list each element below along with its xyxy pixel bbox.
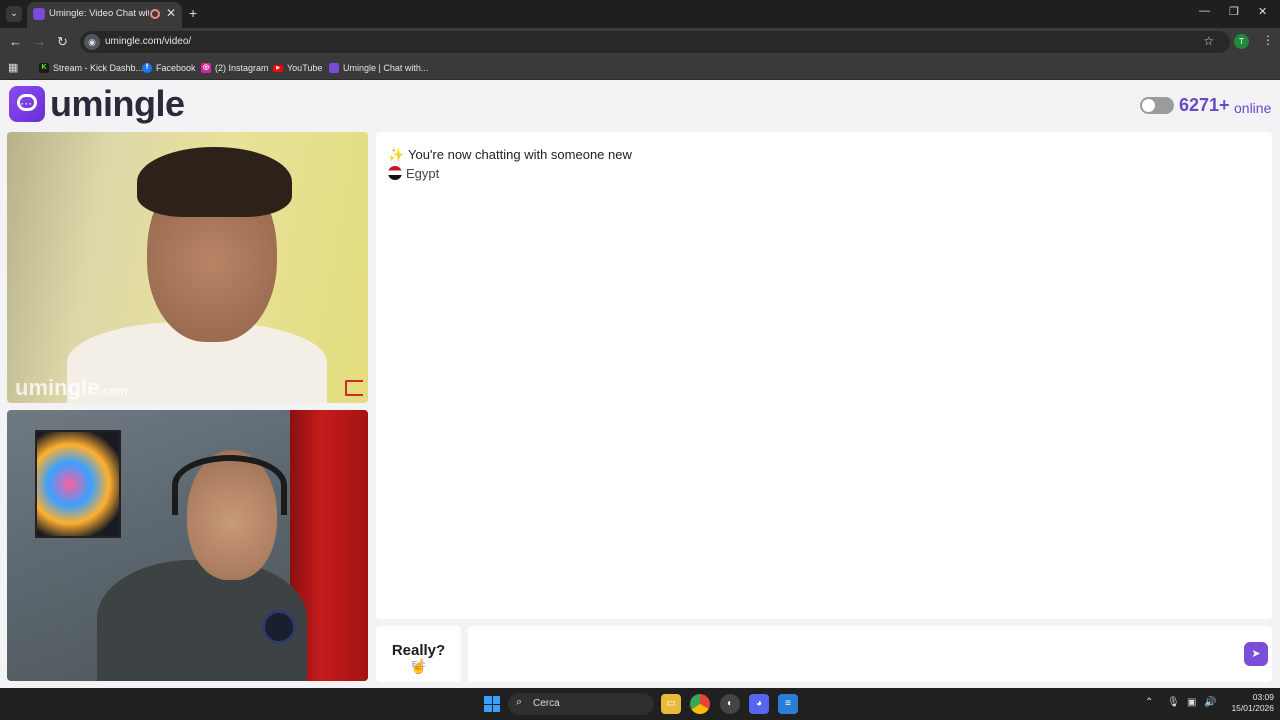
windows-start-icon[interactable]: [484, 696, 500, 712]
egypt-flag-icon: [388, 166, 402, 180]
self-video: [7, 410, 368, 681]
stranger-hair: [137, 147, 292, 217]
system-clock[interactable]: 03:09 15/01/2026: [1224, 692, 1274, 714]
clock-time: 03:09: [1252, 692, 1274, 702]
browser-tab[interactable]: Umingle: Video Chat with S ✕: [27, 2, 182, 28]
address-bar[interactable]: ◉ umingle.com/video/ ☆: [80, 31, 1230, 53]
stranger-country: Egypt: [406, 166, 440, 181]
umingle-logo-text[interactable]: umingle: [50, 83, 185, 125]
chrome-icon[interactable]: [690, 694, 710, 714]
stranger-video: umingle.com: [7, 132, 368, 403]
wall-poster: [35, 430, 121, 538]
bookmark-label: Umingle | Chat with...: [343, 63, 429, 73]
tray-chevron-icon[interactable]: ⌃: [1145, 697, 1153, 708]
bookmark-label: (2) Instagram: [215, 63, 269, 73]
tab-search-icon[interactable]: ⌄: [6, 6, 22, 22]
system-message: You're now chatting with someone new: [408, 147, 632, 162]
umingle-icon: [329, 63, 339, 73]
youtube-icon: ▶: [273, 64, 283, 72]
bookmark-label: Facebook: [156, 63, 196, 73]
bookmarks-bar: ▦ K Stream - Kick Dashb... f Facebook ◎ …: [0, 56, 1280, 80]
skip-button-label: Really?: [391, 642, 446, 659]
bookmark-youtube[interactable]: ▶ YouTube: [273, 60, 322, 76]
back-icon[interactable]: ←: [9, 34, 22, 49]
tab-title: Umingle: Video Chat with S: [49, 8, 149, 19]
forward-icon[interactable]: →: [33, 34, 46, 49]
umingle-logo-icon[interactable]: ···: [9, 86, 45, 122]
browser-menu-icon[interactable]: ⋮: [1262, 33, 1274, 47]
close-tab-icon[interactable]: ✕: [166, 6, 176, 20]
chat-panel: ✨ You're now chatting with someone new E…: [376, 132, 1272, 619]
profile-avatar[interactable]: T: [1234, 34, 1249, 49]
url-text: umingle.com/video/: [105, 36, 192, 47]
windows-taskbar: ⌕ Cerca ▭ ◐ ◕ ≡ ⌃ 🎙 ▣ 🔊 03:09 15/01/2026: [0, 688, 1280, 720]
microphone-icon[interactable]: 🎙: [1167, 697, 1180, 708]
reload-icon[interactable]: ↻: [57, 34, 68, 50]
kick-icon: K: [39, 63, 49, 73]
umingle-favicon-icon: [33, 8, 45, 20]
site-info-icon[interactable]: ◉: [84, 34, 100, 50]
discord-icon[interactable]: ◕: [749, 694, 769, 714]
report-flag-icon[interactable]: [345, 380, 363, 396]
browser-toolbar: ← → ↻ ◉ umingle.com/video/ ☆ T ⋮: [0, 28, 1280, 56]
bookmark-label: Stream - Kick Dashb...: [53, 63, 144, 73]
network-icon[interactable]: ▣: [1187, 697, 1196, 708]
bookmark-umingle[interactable]: Umingle | Chat with...: [329, 60, 428, 76]
message-box: ➤: [468, 626, 1272, 682]
message-input[interactable]: [478, 636, 1218, 672]
minimize-icon[interactable]: —: [1199, 5, 1210, 17]
bookmark-label: YouTube: [287, 63, 323, 73]
close-window-icon[interactable]: ✕: [1258, 5, 1267, 18]
instagram-icon: ◎: [201, 63, 211, 73]
taskbar-search[interactable]: ⌕ Cerca: [508, 693, 654, 715]
bookmark-facebook[interactable]: f Facebook: [142, 60, 196, 76]
browser-tab-bar: ⌄ Umingle: Video Chat with S ✕ + — ❐ ✕: [0, 0, 1280, 28]
microphone: [262, 610, 296, 644]
obs-icon[interactable]: ◐: [720, 694, 740, 714]
online-count: 6271+: [1179, 95, 1230, 115]
online-label: online: [1234, 100, 1272, 116]
file-explorer-icon[interactable]: ▭: [661, 694, 681, 714]
facebook-icon: f: [142, 63, 152, 73]
bookmark-star-icon[interactable]: ☆: [1203, 34, 1214, 48]
sparkle-icon: ✨: [388, 147, 405, 162]
new-tab-icon[interactable]: +: [189, 5, 197, 21]
volume-icon[interactable]: 🔊: [1204, 697, 1216, 708]
restore-icon[interactable]: ❐: [1229, 5, 1239, 18]
bookmark-kick[interactable]: K Stream - Kick Dashb...: [39, 60, 143, 76]
search-icon: ⌕: [516, 696, 523, 708]
notepad-icon[interactable]: ≡: [778, 694, 798, 714]
apps-grid-icon[interactable]: ▦: [8, 61, 18, 74]
umingle-watermark: umingle.com: [15, 375, 128, 400]
mouse-cursor-icon: ☝: [410, 658, 428, 674]
send-icon[interactable]: ➤: [1244, 642, 1268, 666]
recording-indicator-icon: [150, 9, 160, 19]
umingle-page: ··· umingle 6271+ online umingle.com ✨ Y…: [0, 80, 1280, 688]
bookmark-instagram[interactable]: ◎ (2) Instagram: [201, 60, 269, 76]
clock-date: 15/01/2026: [1231, 703, 1274, 713]
taskbar-search-label: Cerca: [533, 698, 560, 709]
headset: [172, 455, 287, 515]
theme-toggle[interactable]: [1140, 97, 1174, 114]
toggle-knob: [1142, 99, 1155, 112]
